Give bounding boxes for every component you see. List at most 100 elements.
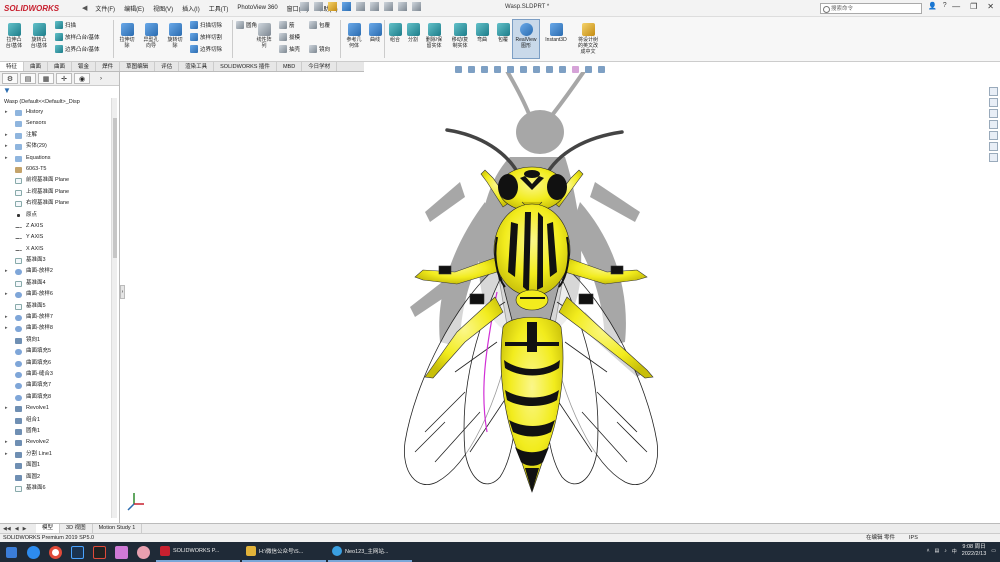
tab-model[interactable]: 模型 [36, 524, 61, 533]
taskbar-browser[interactable]: Neo123_主网站... [328, 542, 412, 562]
forum-icon[interactable] [989, 153, 998, 162]
tree-item[interactable]: 曲面填充6 [0, 358, 119, 369]
volume-icon[interactable]: ♪ [944, 548, 947, 554]
help-icon[interactable]: ? [943, 2, 947, 10]
tree-item[interactable]: X AXIS [0, 244, 119, 255]
taskbar-app-4[interactable] [88, 542, 110, 562]
menu-tools[interactable]: 工具(T) [209, 4, 229, 13]
zoom-to-area-icon[interactable] [468, 66, 475, 73]
search-commands-input[interactable]: 搜索命令 [820, 3, 922, 14]
unit-system-button[interactable]: IPS [909, 534, 918, 542]
tab-motion-study[interactable]: Motion Study 1 [93, 524, 143, 533]
hole-wizard-button[interactable]: 异型孔 向导 [139, 23, 163, 49]
notification-icon[interactable]: ▭ [991, 548, 996, 554]
tab-sketch-edit[interactable]: 草图编辑 [120, 62, 156, 71]
tree-item[interactable]: 上视基准面 Plane [0, 187, 119, 198]
translate-tree-button[interactable]: 将设计树 的英文改 成中文 [572, 23, 604, 55]
move-copy-body-button[interactable]: 移动/复 制实体 [448, 23, 472, 49]
dimxpert-tab-icon[interactable]: ✛ [56, 73, 72, 84]
tree-item[interactable]: ▸ 曲面-放样6 [0, 289, 119, 300]
expand-arrow-icon[interactable]: ▸ [5, 141, 8, 152]
tree-item[interactable]: 面圆2 [0, 472, 119, 483]
tree-item[interactable]: 前视基准面 Plane [0, 175, 119, 186]
edit-appearance-icon[interactable] [559, 66, 566, 73]
expand-arrow-icon[interactable]: ▸ [5, 403, 8, 414]
view-palette-icon[interactable] [989, 120, 998, 129]
loft-boss-button[interactable]: 放样凸台/基体 [55, 33, 100, 41]
tree-item[interactable]: 基准面5 [0, 301, 119, 312]
expand-arrow-icon[interactable]: ▸ [5, 449, 8, 460]
save-icon[interactable] [342, 2, 351, 11]
tree-item[interactable]: Sensors [0, 118, 119, 129]
tree-item[interactable]: 组合1 [0, 415, 119, 426]
split-button[interactable]: 分割 [404, 23, 422, 43]
configuration-tab-icon[interactable]: ▦ [38, 73, 54, 84]
revolve-boss-button[interactable]: 旋转凸 台/基体 [27, 23, 51, 49]
tree-item[interactable]: 6063-T5 [0, 164, 119, 175]
options-gear-icon[interactable] [412, 2, 421, 11]
tab-features[interactable]: 特征 [0, 62, 25, 71]
taskbar-explorer[interactable]: H:\微信公众号\S... [242, 542, 326, 562]
zoom-to-fit-icon[interactable] [455, 66, 462, 73]
prev-tab-icon[interactable]: ◀ [15, 526, 19, 532]
app-logo[interactable]: SOLIDWORKS [0, 0, 80, 17]
property-manager-tab-icon[interactable]: ▤ [20, 73, 36, 84]
draft-button[interactable]: 拔模 [279, 33, 300, 41]
tab-addins[interactable]: SOLIDWORKS 插件 [214, 62, 277, 71]
display-pane-icon[interactable] [598, 66, 605, 73]
restore-button[interactable]: ❐ [970, 2, 977, 11]
file-explorer-icon[interactable] [989, 109, 998, 118]
tree-item[interactable]: 右视基准面 Plane [0, 198, 119, 209]
custom-properties-icon[interactable] [989, 142, 998, 151]
taskbar-app-6[interactable] [132, 542, 154, 562]
tree-item[interactable]: ▸ 分割 Line1 [0, 449, 119, 460]
open-folder-icon[interactable] [328, 2, 337, 11]
taskbar-app-3[interactable] [66, 542, 88, 562]
tree-item[interactable]: ▸ Revolve1 [0, 403, 119, 414]
view-orientation-icon[interactable] [520, 66, 527, 73]
tab-today[interactable]: 今日学材 [302, 62, 338, 71]
tree-item[interactable]: ▸ 注解 [0, 130, 119, 141]
expand-arrow-icon[interactable]: ▸ [5, 130, 8, 141]
tree-item[interactable]: ▸ 曲面-放样7 [0, 312, 119, 323]
tree-item[interactable]: ▸ History [0, 107, 119, 118]
display-manager-tab-icon[interactable]: ◉ [74, 73, 90, 84]
expand-arrow-icon[interactable]: ▸ [5, 153, 8, 164]
taskbar-solidworks[interactable]: SOLIDWORKS P... [156, 542, 240, 562]
wrap-large-button[interactable]: 包覆 [494, 23, 512, 43]
curves-button[interactable]: 曲线 [366, 23, 384, 43]
revolve-cut-button[interactable]: 旋转切 除 [164, 23, 186, 49]
tab-nav-arrows[interactable]: ◀◀ ◀ ▶ [0, 526, 36, 532]
apply-scene-icon[interactable] [572, 66, 579, 73]
view-settings-icon[interactable] [585, 66, 592, 73]
hide-show-icon[interactable] [546, 66, 553, 73]
tree-item[interactable]: 基准面6 [0, 483, 119, 494]
extrude-cut-button[interactable]: 拉伸切 除 [117, 23, 137, 49]
expand-arrow-icon[interactable]: ▸ [5, 437, 8, 448]
user-icon[interactable]: 👤 [928, 2, 937, 10]
filter-icon[interactable]: ▼ [0, 86, 119, 97]
tray-up-arrow-icon[interactable]: ˄ [927, 548, 930, 554]
tree-scrollbar[interactable] [111, 98, 117, 518]
tab-sketch[interactable]: 曲面 [24, 62, 49, 71]
tab-evaluate[interactable]: 评估 [155, 62, 180, 71]
linear-pattern-button[interactable]: 线性阵 列 [254, 23, 274, 49]
dynamic-annotation-icon[interactable] [507, 66, 514, 73]
wrap-button[interactable]: 包覆 [309, 21, 330, 29]
menu-edit[interactable]: 编辑(E) [124, 4, 144, 13]
tree-root-part[interactable]: Wasp (Default<<Default>_Disp [0, 97, 119, 107]
swept-cut-button[interactable]: 扫描切除 [190, 21, 222, 29]
menu-view[interactable]: 视图(V) [153, 4, 173, 13]
input-method-icon[interactable]: 中 [952, 548, 957, 555]
tree-item[interactable]: 曲面-缝合3 [0, 369, 119, 380]
feature-tree-tab-icon[interactable]: ⚙ [2, 73, 18, 84]
tab-surfaces[interactable]: 曲面 [48, 62, 73, 71]
tree-item[interactable]: 基准面4 [0, 278, 119, 289]
extrude-boss-button[interactable]: 拉伸凸 台/基体 [3, 23, 25, 49]
tree-item[interactable]: 基准面3 [0, 255, 119, 266]
network-icon[interactable]: ▤ [935, 548, 940, 554]
realview-graphics-button[interactable]: RealView 图形 [512, 19, 540, 59]
expand-arrow-icon[interactable]: ▸ [5, 312, 8, 323]
lofted-cut-button[interactable]: 放样切割 [190, 33, 222, 41]
instant3d-button[interactable]: Instant3D [542, 23, 570, 43]
